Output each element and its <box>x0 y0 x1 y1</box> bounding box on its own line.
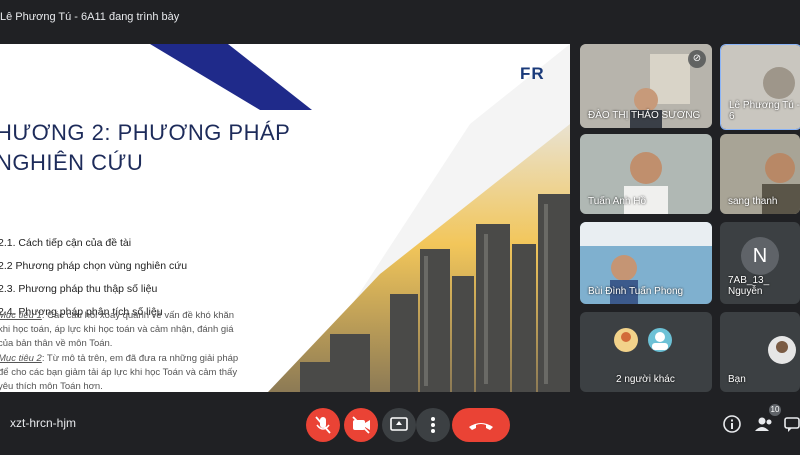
participant-name: Tuấn Anh Hồ <box>588 196 647 207</box>
camera-toggle-button[interactable] <box>344 408 378 442</box>
slide-title-line1: HƯƠNG 2: PHƯƠNG PHÁP <box>0 120 291 145</box>
participant-tile[interactable]: N 7AB_13_ Nguyễn <box>720 222 800 304</box>
info-icon <box>723 415 741 433</box>
self-tile[interactable]: Bạn <box>720 312 800 392</box>
participant-tile[interactable]: Lê Phương Tú - 6 <box>720 44 800 130</box>
more-participants-label: 2 người khác <box>616 374 675 385</box>
present-icon <box>390 417 408 431</box>
slide-logo: FR <box>520 64 545 83</box>
participant-count-badge: 10 <box>769 404 781 416</box>
goal-2-label: Mục tiêu 2 <box>0 353 42 364</box>
presenter-label: Lê Phương Tú - 6A11 đang trình bày <box>0 11 180 23</box>
more-options-button[interactable] <box>416 408 450 442</box>
people-icon <box>755 417 772 431</box>
meeting-code: xzt-hrcn-hjm <box>10 416 77 430</box>
control-bar: xzt-hrcn-hjm 10 <box>0 402 800 450</box>
chat-button[interactable] <box>782 414 800 434</box>
present-button[interactable] <box>382 408 416 442</box>
goal-1: Mục tiêu 1: Các câu hỏi xoay quanh về vấ… <box>0 309 248 351</box>
participant-name: Lê Phương Tú - 6 <box>729 100 800 122</box>
bullet-item: 2.3. Phương pháp thu thập số liệu <box>0 283 158 295</box>
participant-name: Bạn <box>728 374 746 385</box>
participant-tile[interactable]: Bùi Đình Tuấn Phong <box>580 222 712 304</box>
participant-name: sang thanh <box>728 196 778 207</box>
participant-tile[interactable]: ⊘ ĐÀO THỊ THẢO SƯƠNG <box>580 44 712 128</box>
mic-toggle-button[interactable] <box>306 408 340 442</box>
participant-avatar: N <box>741 237 779 275</box>
participants-button[interactable] <box>754 414 774 434</box>
top-bar: Lê Phương Tú - 6A11 đang trình bày <box>0 0 800 38</box>
goal-2: Mục tiêu 2: Từ mô tả trên, em đã đưa ra … <box>0 352 248 392</box>
bullet-item: 2.1. Cách tiếp cận của đề tài <box>0 237 132 249</box>
more-participants-tile[interactable]: 2 người khác <box>580 312 712 392</box>
mic-off-icon: ⊘ <box>688 50 706 68</box>
participant-name: 7AB_13_ Nguyễn <box>728 275 770 297</box>
participant-tile[interactable]: sang thanh <box>720 134 800 214</box>
chat-icon <box>784 417 800 432</box>
shared-slide: FR HƯƠNG 2: PHƯƠNG PHÁP NGHIÊN CỨU 2.1. … <box>0 44 570 392</box>
slide-title: HƯƠNG 2: PHƯƠNG PHÁP NGHIÊN CỨU <box>0 118 306 178</box>
bullet-item: 2.2 Phương pháp chọn vùng nghiên cứu <box>0 260 188 272</box>
participant-tile[interactable]: Tuấn Anh Hồ <box>580 134 712 214</box>
mic-off-icon <box>315 416 331 434</box>
more-vert-icon <box>431 417 435 433</box>
camera-off-icon <box>352 416 370 434</box>
participant-name: Bùi Đình Tuấn Phong <box>588 286 684 297</box>
participant-avatars-group <box>614 328 672 352</box>
meeting-info-button[interactable] <box>722 414 742 434</box>
goal-1-label: Mục tiêu 1 <box>0 310 42 321</box>
leave-call-button[interactable] <box>452 408 510 442</box>
call-end-icon <box>469 423 493 430</box>
slide-title-line2: NGHIÊN CỨU <box>0 150 144 175</box>
participant-name: ĐÀO THỊ THẢO SƯƠNG <box>588 110 701 121</box>
